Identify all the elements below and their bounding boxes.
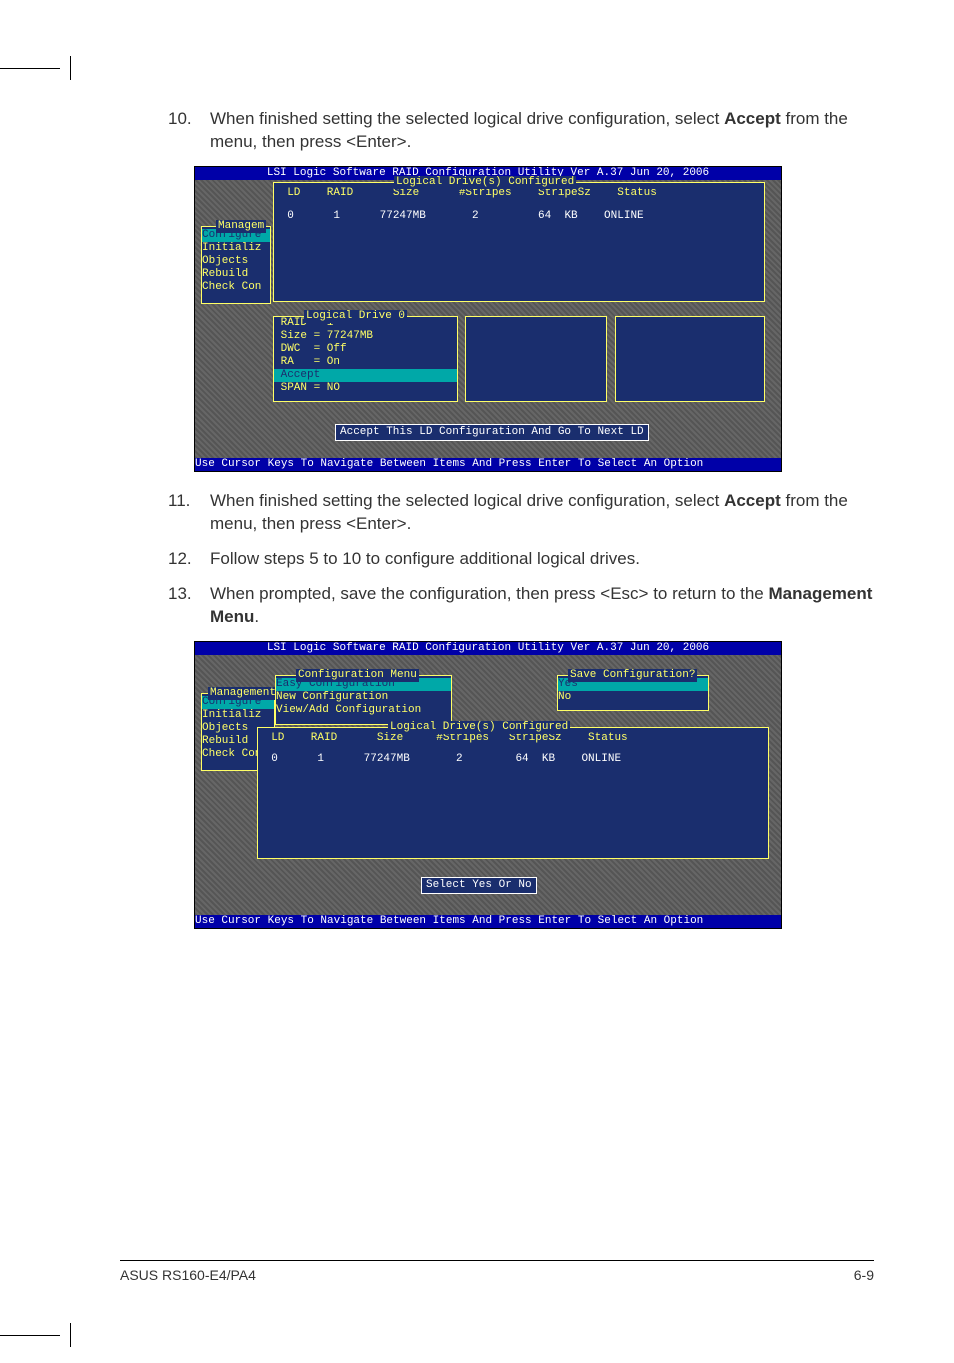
configuration-menu: Configuration Menu Easy Configuration Ne… <box>275 675 452 725</box>
step-text: When finished setting the selected logic… <box>210 108 874 154</box>
step-text-a: When finished setting the selected logic… <box>210 109 724 128</box>
ld0-size: Size = 77247MB <box>274 330 457 343</box>
step-text-bold: Accept <box>724 491 781 510</box>
step-text-a: When prompted, save the configuration, t… <box>210 584 769 603</box>
step-text: Follow steps 5 to 10 to configure additi… <box>210 548 874 571</box>
crop-mark-bot <box>0 1315 90 1345</box>
panel-caption: Management <box>208 687 278 700</box>
table-row: 0 1 77247MB 2 64 KB ONLINE <box>258 753 768 766</box>
ld0-ra: RA = On <box>274 356 457 369</box>
management-menu: Managem Configure Initializ Objects Rebu… <box>201 226 271 304</box>
step-text-a: Follow steps 5 to 10 to configure additi… <box>210 549 640 568</box>
step-10: 10. When finished setting the selected l… <box>168 108 874 154</box>
empty-panel-2 <box>615 316 765 402</box>
crop-mark-top <box>0 68 90 98</box>
page-footer: ASUS RS160-E4/PA4 6-9 <box>120 1260 874 1283</box>
step-number: 11. <box>168 490 210 536</box>
ld0-span: SPAN = NO <box>274 382 457 395</box>
menu-item-objects[interactable]: Objects <box>202 255 270 268</box>
menu-item-checkcon[interactable]: Check Con <box>202 281 270 294</box>
step-text-a: When finished setting the selected logic… <box>210 491 724 510</box>
step-13: 13. When prompted, save the configuratio… <box>168 583 874 629</box>
panel-caption: Configuration Menu <box>296 669 419 682</box>
step-number: 13. <box>168 583 210 629</box>
panel-caption: Logical Drive(s) Configured <box>394 176 576 189</box>
step-text-bold: Accept <box>724 109 781 128</box>
bios-screenshot-2: LSI Logic Software RAID Configuration Ut… <box>194 641 782 929</box>
panel-caption: Logical Drive(s) Configured <box>388 721 570 734</box>
bios-footer: Use Cursor Keys To Navigate Between Item… <box>195 458 781 471</box>
step-11: 11. When finished setting the selected l… <box>168 490 874 536</box>
ld-configured-panel: Logical Drive(s) Configured LD RAID Size… <box>273 182 765 302</box>
ld0-dwc: DWC = Off <box>274 343 457 356</box>
bios-title: LSI Logic Software RAID Configuration Ut… <box>195 642 781 655</box>
conf-item-new[interactable]: New Configuration <box>276 691 451 704</box>
bios-screenshot-1: LSI Logic Software RAID Configuration Ut… <box>194 166 782 472</box>
ld-configured-panel: Logical Drive(s) Configured LD RAID Size… <box>257 727 769 859</box>
conf-item-viewadd[interactable]: View/Add Configuration <box>276 704 451 717</box>
logical-drive-0-panel: Logical Drive 0 RAID = 1 Size = 77247MB … <box>273 316 458 402</box>
step-number: 10. <box>168 108 210 154</box>
bios-footer: Use Cursor Keys To Navigate Between Item… <box>195 915 781 928</box>
empty-panel-1 <box>465 316 607 402</box>
panel-caption: Managem <box>216 220 266 233</box>
select-yes-no-message: Select Yes Or No <box>421 877 537 894</box>
footer-right: 6-9 <box>854 1267 874 1283</box>
step-number: 12. <box>168 548 210 571</box>
step-text-b: . <box>254 607 259 626</box>
panel-caption: Logical Drive 0 <box>304 310 407 323</box>
step-text: When finished setting the selected logic… <box>210 490 874 536</box>
menu-item-rebuild[interactable]: Rebuild <box>202 268 270 281</box>
table-row: 0 1 77247MB 2 64 KB ONLINE <box>274 210 764 223</box>
page-content: 10. When finished setting the selected l… <box>120 100 874 1303</box>
accept-message: Accept This LD Configuration And Go To N… <box>335 424 649 441</box>
save-no[interactable]: No <box>558 691 708 704</box>
footer-left: ASUS RS160-E4/PA4 <box>120 1267 256 1283</box>
menu-item-initialize[interactable]: Initializ <box>202 709 274 722</box>
step-text: When prompted, save the configuration, t… <box>210 583 874 629</box>
menu-item-initialize[interactable]: Initializ <box>202 242 270 255</box>
save-configuration-dialog: Save Configuration? Yes No <box>557 675 709 711</box>
step-12: 12. Follow steps 5 to 10 to configure ad… <box>168 548 874 571</box>
ld0-accept[interactable]: Accept <box>274 369 457 382</box>
panel-caption: Save Configuration? <box>568 669 697 682</box>
